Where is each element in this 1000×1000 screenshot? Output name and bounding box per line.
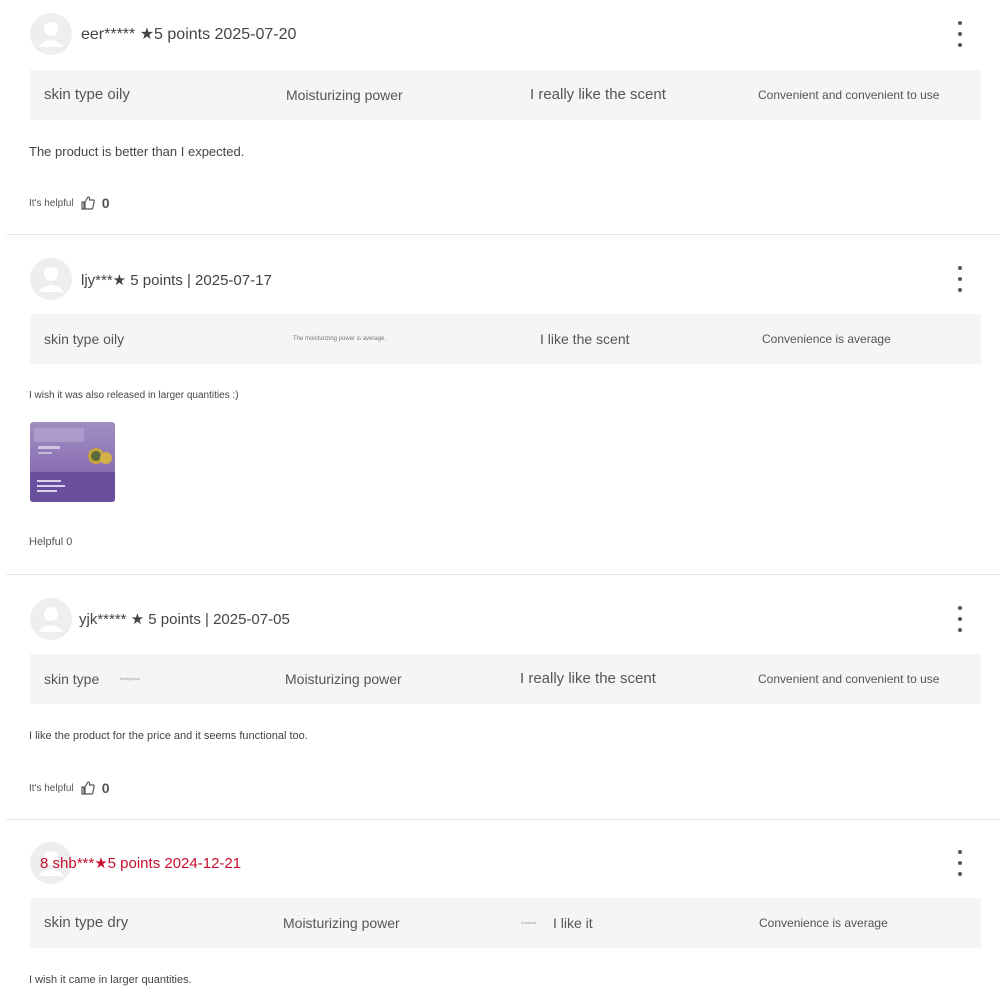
attr-skin-type-value: Intelligence [120,676,141,681]
review-photo[interactable] [30,422,115,502]
attribute-bar: skin type Intelligence Moisturizing powe… [30,654,981,704]
helpful-label: It's helpful [29,782,74,794]
attribute-bar: skin type oily Moisturizing power I real… [30,70,981,120]
review-text: I like the product for the price and it … [29,730,308,742]
more-options-icon[interactable] [948,848,972,878]
review-header: ljy***★ 5 points | 2025-07-17 [81,272,272,289]
attr-scent: I really like the scent [520,670,656,687]
attr-convenience: Convenient and convenient to use [758,672,940,686]
helpful-label[interactable]: Helpful 0 [29,536,72,548]
attr-convenience: Convenience is average [762,332,891,346]
more-options-icon[interactable] [948,264,972,294]
helpful-label: It's helpful [29,197,74,209]
attr-scent: I like the scent [540,331,630,347]
more-options-icon[interactable] [948,604,972,634]
attribute-bar: skin type oily The moisturizing power is… [30,314,981,364]
attr-moisturizing: Moisturizing power [285,671,402,687]
thumbs-up-icon[interactable] [80,780,96,796]
review-divider [6,819,1000,820]
review-text: I wish it came in larger quantities. [29,974,192,986]
attr-skin-type: skin type [44,671,100,687]
attribute-bar: skin type dry Moisturizing power moistur… [30,898,981,948]
attr-scent-label: moisture [521,920,537,925]
thumbs-up-icon[interactable] [80,195,96,211]
attr-skin-type: skin type dry [44,914,129,931]
attr-scent: I like it [553,915,593,931]
helpful-row: Helpful 0 [29,536,72,548]
attr-moisturizing: Moisturizing power [283,915,400,931]
attr-skin-type: skin type oily [44,331,125,347]
attr-moisturizing: Moisturizing power [286,87,403,103]
helpful-row: It's helpful 0 [29,780,110,796]
user-avatar-icon [30,258,72,300]
attr-skin-type: skin type oily [44,86,130,103]
user-avatar-icon [30,13,72,55]
review-header: yjk***** ★ 5 points | 2025-07-05 [79,611,290,628]
attr-scent: I really like the scent [530,86,666,103]
attr-convenience: Convenience is average [759,916,888,930]
review-header: eer***** ★5 points 2025-07-20 [81,26,297,43]
more-options-icon[interactable] [948,19,972,49]
review-divider [6,234,1000,235]
helpful-count: 0 [101,780,110,796]
user-avatar-icon [30,598,72,640]
helpful-count: 0 [101,195,110,211]
review-divider [6,574,1000,575]
attr-convenience: Convenient and convenient to use [758,88,940,102]
attr-moisturizing: The moisturizing power is average. [293,336,387,342]
review-text: The product is better than I expected. [29,144,245,159]
review-text: I wish it was also released in larger qu… [29,390,239,401]
helpful-row: It's helpful 0 [29,195,110,211]
review-header: 8 shb***★5 points 2024-12-21 [40,855,242,872]
